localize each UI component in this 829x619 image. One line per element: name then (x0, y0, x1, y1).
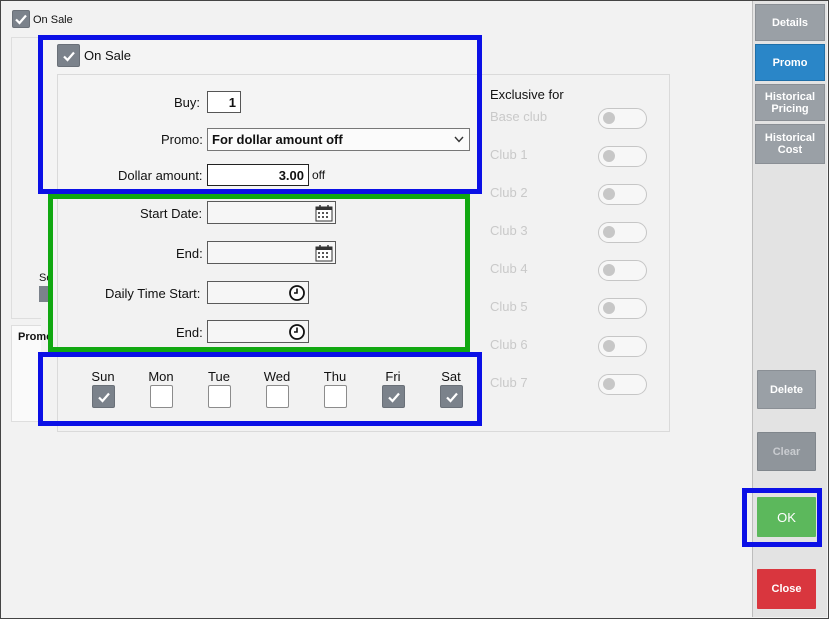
toggle-knob (603, 188, 615, 200)
toggle-knob (603, 340, 615, 352)
right-sidebar: Details Promo Historical Pricing Histori… (742, 1, 827, 617)
exclusive-for-title: Exclusive for (490, 87, 564, 102)
highlight-box-schedule (48, 194, 470, 352)
club-label-2: Club 2 (490, 185, 528, 200)
toggle-knob (603, 150, 615, 162)
highlight-box-promo (38, 35, 482, 194)
top-on-sale-label: On Sale (33, 14, 73, 26)
top-on-sale-checkbox[interactable] (12, 10, 30, 28)
club-label-1: Club 1 (490, 147, 528, 162)
club-label-base: Base club (490, 109, 548, 124)
clear-button[interactable]: Clear (757, 432, 816, 471)
club-toggle-base[interactable] (598, 108, 647, 129)
toggle-knob (603, 378, 615, 390)
highlight-box-days (38, 352, 482, 426)
tab-promo[interactable]: Promo (755, 44, 825, 81)
club-toggle-4[interactable] (598, 260, 647, 281)
toggle-knob (603, 264, 615, 276)
check-icon (15, 14, 27, 25)
tab-details[interactable]: Details (755, 4, 825, 41)
club-label-3: Club 3 (490, 223, 528, 238)
highlight-box-ok (742, 488, 822, 547)
main-panel: On Sale Se Promo On Sale Buy: 1 Promo: F… (1, 1, 752, 617)
club-toggle-3[interactable] (598, 222, 647, 243)
club-label-5: Club 5 (490, 299, 528, 314)
background-group-box (11, 37, 41, 319)
close-button[interactable]: Close (757, 569, 816, 609)
club-toggle-6[interactable] (598, 336, 647, 357)
club-label-6: Club 6 (490, 337, 528, 352)
tab-historical-cost[interactable]: Historical Cost (755, 124, 825, 164)
club-label-4: Club 4 (490, 261, 528, 276)
club-toggle-2[interactable] (598, 184, 647, 205)
club-toggle-1[interactable] (598, 146, 647, 167)
club-toggle-5[interactable] (598, 298, 647, 319)
toggle-knob (603, 226, 615, 238)
tab-historical-pricing[interactable]: Historical Pricing (755, 84, 825, 121)
club-toggle-7[interactable] (598, 374, 647, 395)
club-label-7: Club 7 (490, 375, 528, 390)
delete-button[interactable]: Delete (757, 370, 816, 409)
toggle-knob (603, 302, 615, 314)
toggle-knob (603, 112, 615, 124)
